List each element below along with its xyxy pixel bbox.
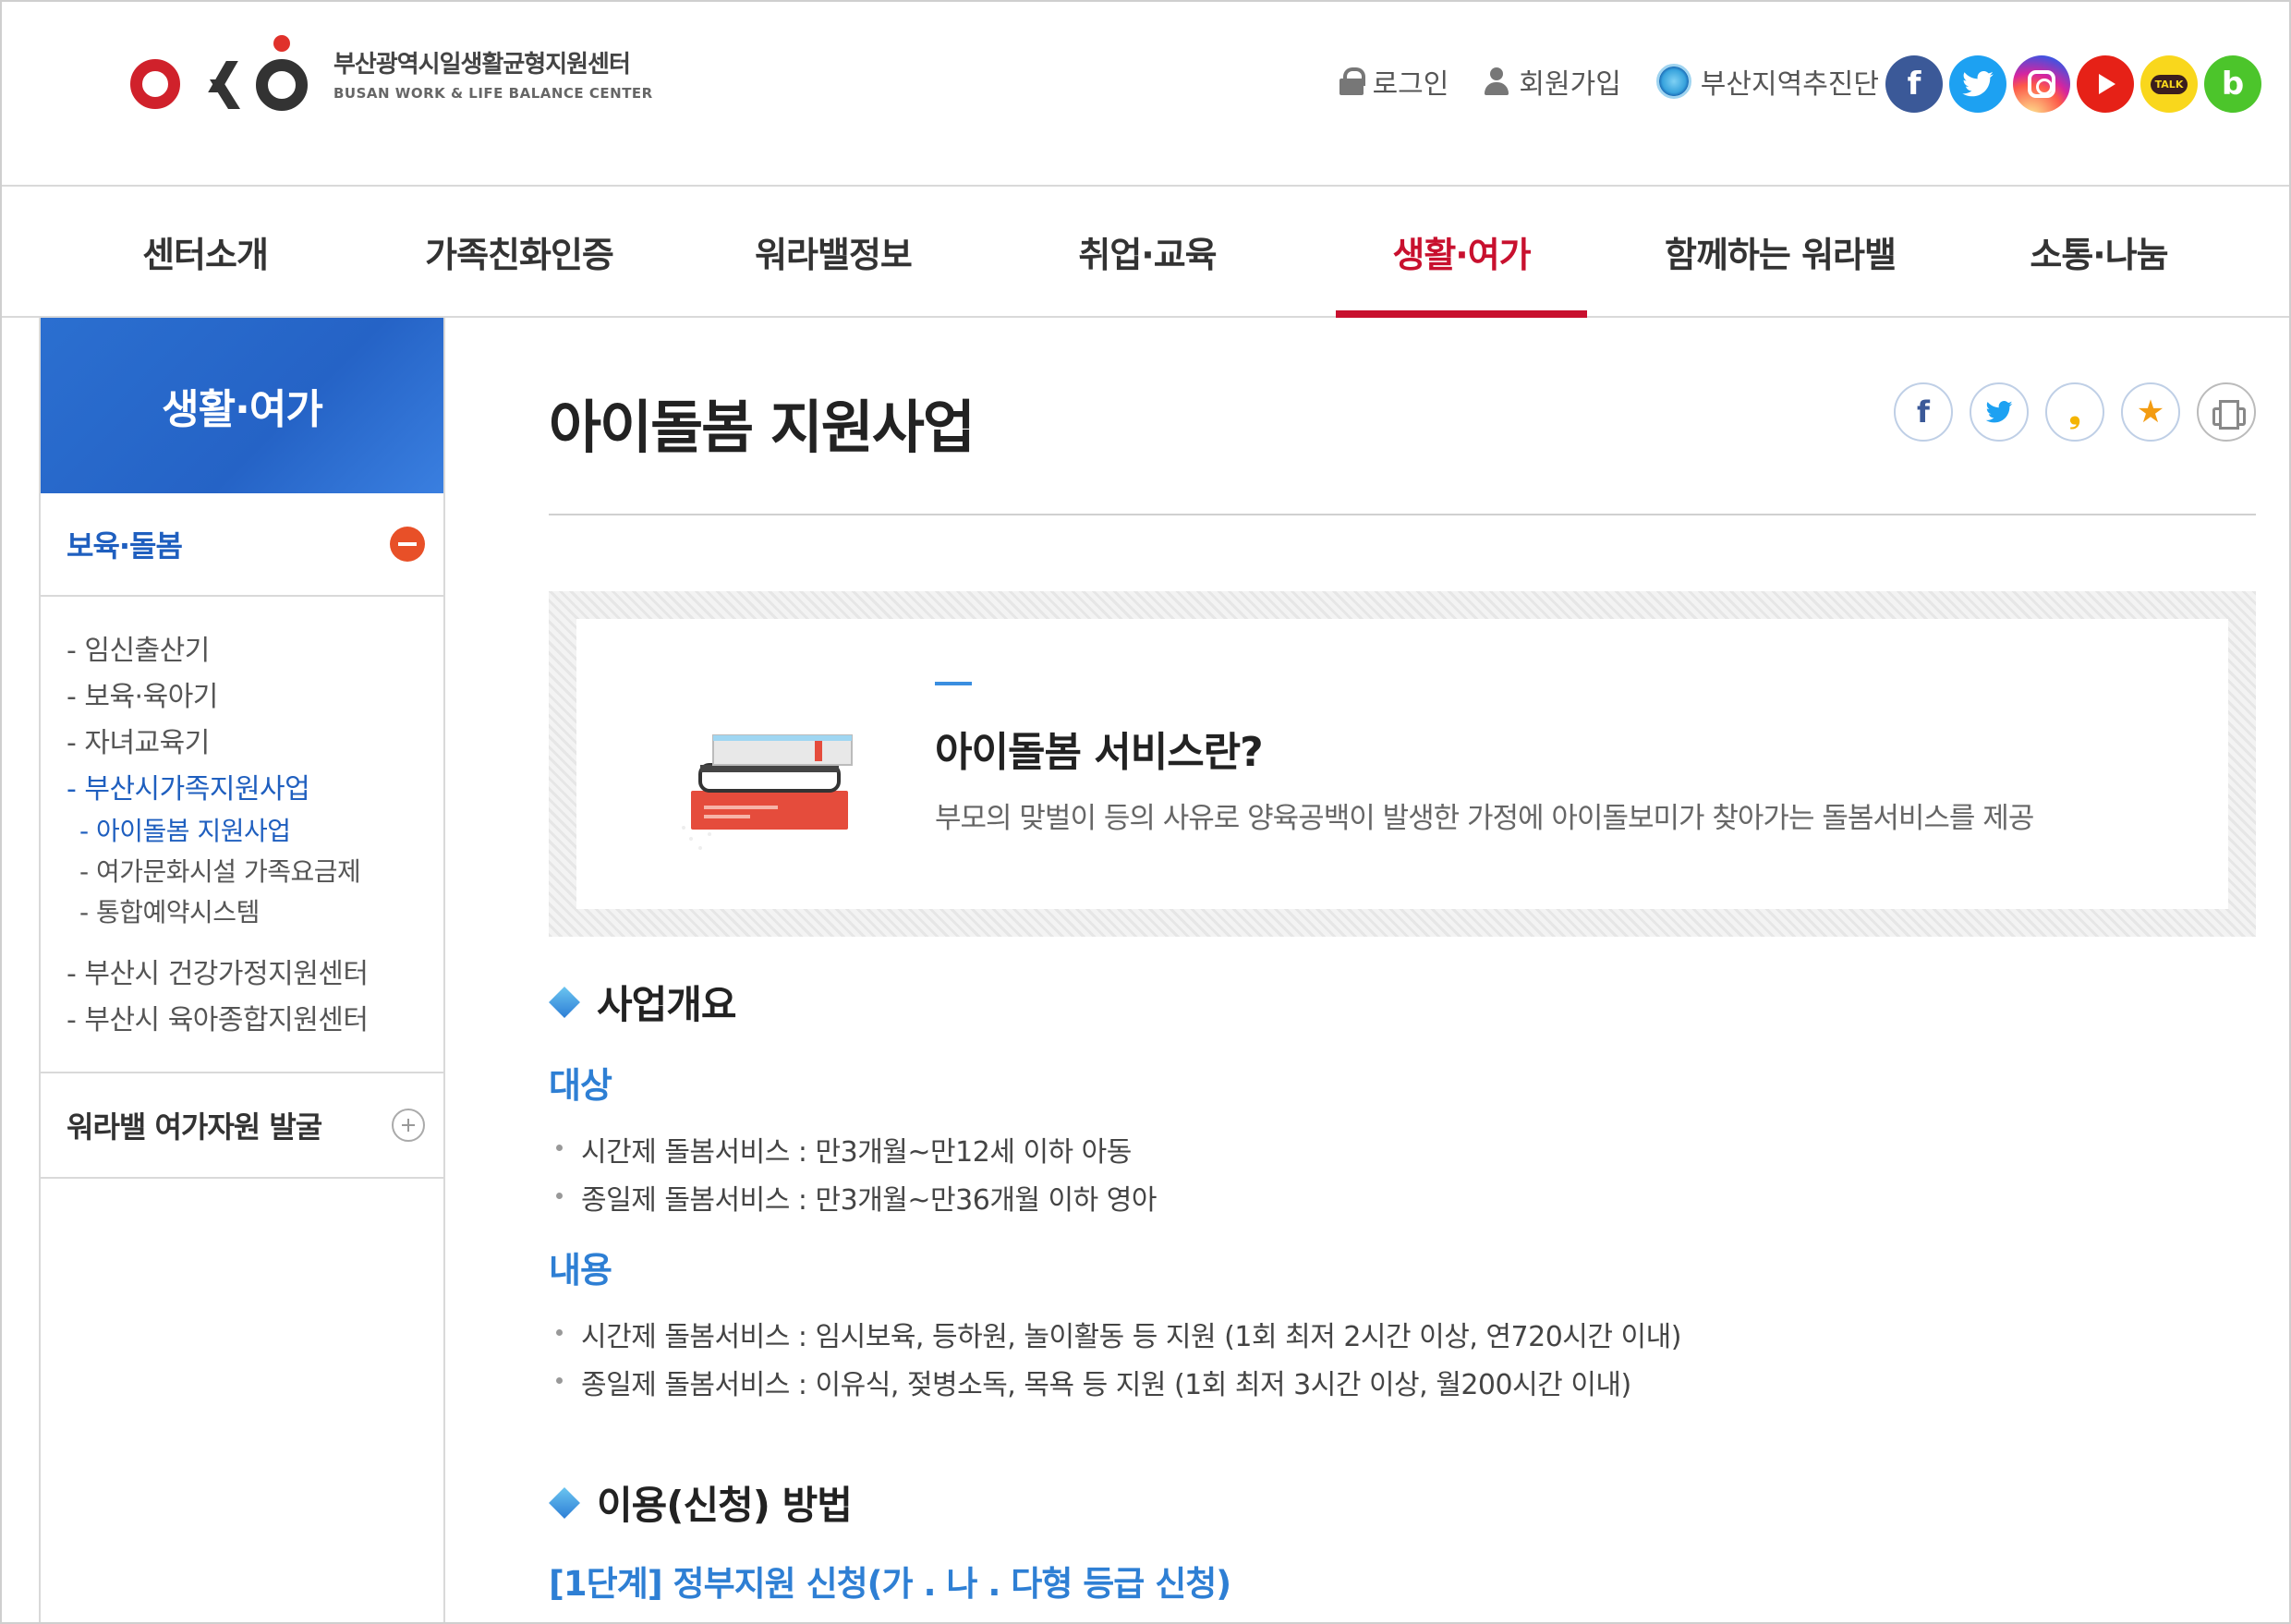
nav-together[interactable]: 함께하는 워라밸 [1646,187,1914,316]
instagram-icon[interactable] [2013,55,2070,113]
promo-group-link[interactable]: 부산지역추진단 [1655,61,1879,102]
login-link[interactable]: 로그인 [1339,61,1449,102]
sns-links: f TALK b [1879,55,2261,113]
person-icon [1484,67,1509,95]
twitter-icon[interactable] [1949,55,2006,113]
expand-icon[interactable] [392,1109,425,1142]
share-tools: f ❟ ★ [1877,382,2256,442]
step1-heading: [1단계] 정부지원 신청(가 . 나 . 다형 등급 신청) [549,1564,1231,1604]
intro-box: 아이돌봄 서비스란? 부모의 맞벌이 등의 사유로 양육공백이 발생한 가정에 … [549,591,2256,937]
logo-english-text: BUSAN WORK & LIFE BALANCE CENTER [333,84,653,102]
side-group-leisure-header[interactable]: 워라밸 여가자원 발굴 [41,1073,443,1177]
page: 부산광역시일생활균형지원센터 BUSAN WORK & LIFE BALANCE… [0,0,2291,1624]
side-item-education[interactable]: - 자녀교육기 [67,717,443,763]
section-apply-heading: 이용(신청) 방법 [549,1474,853,1531]
target-item: 시간제 돌봄서비스 : 만3개월~만12세 이하 아동 [556,1129,1132,1170]
side-subitem-childcare-support[interactable]: - 아이돌봄 지원사업 [67,809,443,850]
section-overview-heading: 사업개요 [549,974,737,1030]
logo-mark [127,31,321,115]
collapse-icon[interactable] [390,527,425,562]
nav-life-leisure[interactable]: 생활·여가 [1336,187,1587,318]
facebook-icon[interactable]: f [1885,55,1943,113]
band-icon[interactable]: b [2204,55,2261,113]
bookmark-icon[interactable]: ★ [2121,382,2180,442]
nav-communication[interactable]: 소통·나눔 [1997,187,2200,316]
side-nav: 생활·여가 보육·돌봄 - 임신출산기 - 보육·육아기 - 자녀교육기 - 부… [39,318,445,1622]
globe-icon [1655,64,1691,99]
share-facebook-icon[interactable]: f [1894,382,1953,442]
intro-heading: 아이돌봄 서비스란? [935,729,1264,776]
site-logo[interactable]: 부산광역시일생활균형지원센터 BUSAN WORK & LIFE BALANCE… [127,22,653,124]
title-divider [549,514,2256,515]
side-item-pregnancy[interactable]: - 임신출산기 [67,624,443,671]
content-item: 시간제 돌봄서비스 : 임시보육, 등하원, 놀이활동 등 지원 (1회 최저 … [556,1314,1681,1354]
side-nav-title: 생활·여가 [41,318,443,493]
content-label: 내용 [549,1250,612,1291]
side-item-infant[interactable]: - 보육·육아기 [67,671,443,717]
utility-nav: 로그인 회원가입 부산지역추진단 [1304,61,1879,102]
share-kakaostory-icon[interactable]: ❟ [2045,382,2104,442]
kakaotalk-icon[interactable]: TALK [2140,55,2198,113]
youtube-icon[interactable] [2077,55,2134,113]
side-group-childcare: 보육·돌봄 - 임신출산기 - 보육·육아기 - 자녀교육기 - 부산시가족지원… [41,493,443,1073]
nav-center-intro[interactable]: 센터소개 [103,187,307,316]
share-twitter-icon[interactable] [1970,382,2029,442]
side-item-childcare-center[interactable]: - 부산시 육아종합지원센터 [67,994,443,1040]
nav-worklife-info[interactable]: 워라밸정보 [732,187,935,316]
diamond-icon [549,987,580,1018]
join-link[interactable]: 회원가입 [1484,61,1621,102]
content-item: 종일제 돌봄서비스 : 이유식, 젖병소독, 목욕 등 지원 (1회 최저 3시… [556,1362,1631,1402]
page-title: 아이돌봄 지원사업 [549,394,976,461]
side-group-childcare-header[interactable]: 보육·돌봄 [41,493,443,597]
main-nav: 센터소개 가족친화인증 워라밸정보 취업·교육 생활·여가 함께하는 워라밸 소… [2,187,2289,318]
nav-job-education[interactable]: 취업·교육 [1046,187,1249,316]
intro-accent-bar [935,682,972,685]
side-item-family-center[interactable]: - 부산시 건강가정지원센터 [67,948,443,994]
nav-family-cert[interactable]: 가족친화인증 [408,187,630,316]
lock-icon [1339,67,1365,95]
side-subitem-family-fee[interactable]: - 여가문화시설 가족요금제 [67,850,443,891]
side-item-family-support[interactable]: - 부산시가족지원사업 [67,763,443,809]
books-illustration [682,734,853,850]
intro-text: 부모의 맞벌이 등의 사유로 양육공백이 발생한 가정에 아이돌보미가 찾아가는… [935,802,2034,835]
side-subitem-reservation[interactable]: - 통합예약시스템 [67,891,443,931]
print-icon[interactable] [2197,382,2256,442]
target-label: 대상 [549,1065,612,1106]
target-item: 종일제 돌봄서비스 : 만3개월~만36개월 이하 영아 [556,1177,1158,1218]
site-header: 부산광역시일생활균형지원센터 BUSAN WORK & LIFE BALANCE… [2,2,2289,187]
diamond-icon [549,1487,580,1519]
side-group-leisure: 워라밸 여가자원 발굴 [41,1073,443,1179]
logo-korean-text: 부산광역시일생활균형지원센터 [333,50,631,79]
side-sub-list: - 임신출산기 - 보육·육아기 - 자녀교육기 - 부산시가족지원사업 - 아… [41,597,443,1072]
